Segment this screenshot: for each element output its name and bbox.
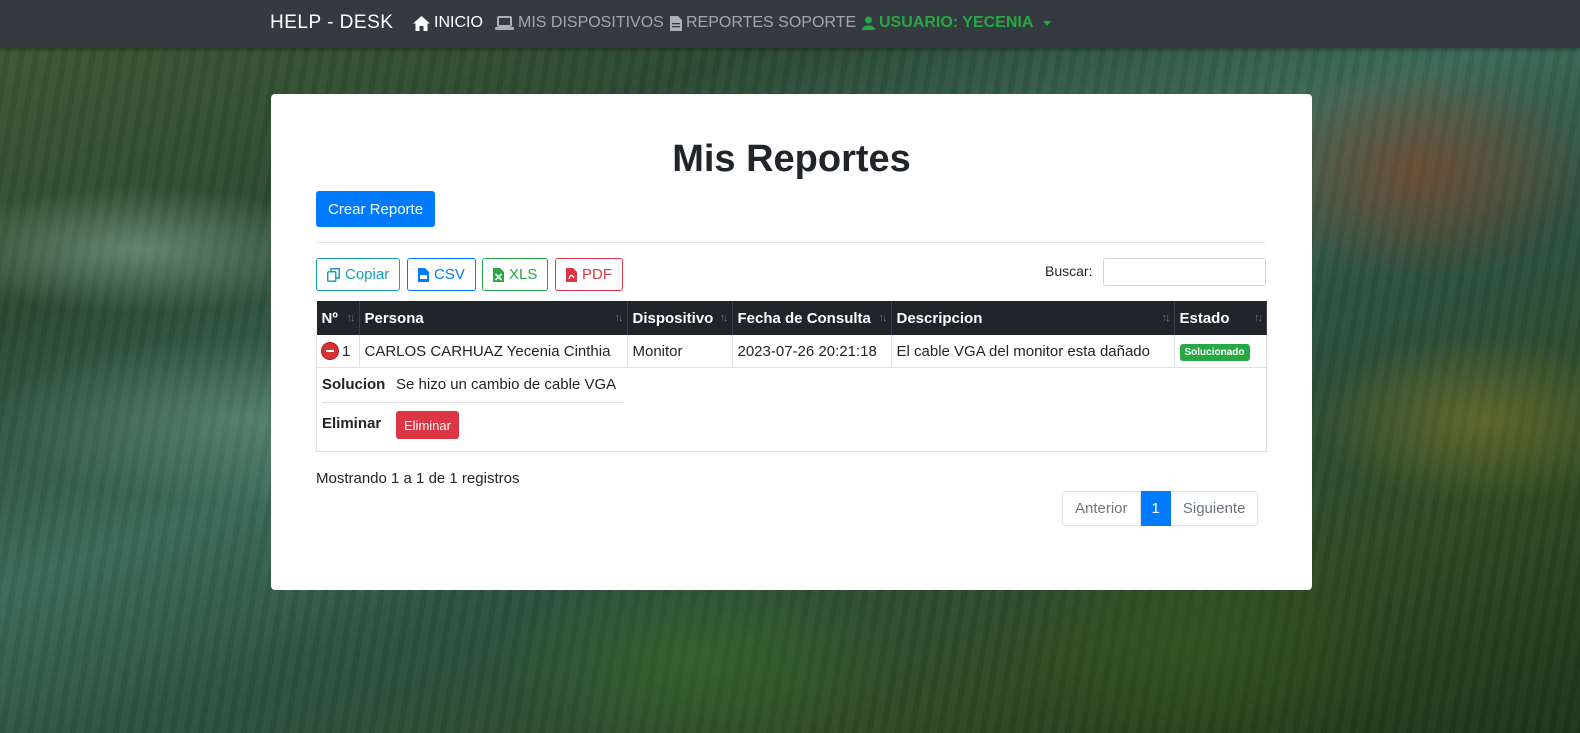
cell-n: 1 bbox=[316, 335, 360, 368]
xls-button[interactable]: XLS bbox=[482, 258, 549, 291]
child-row: Solucion Se hizo un cambio de cable VGA … bbox=[316, 367, 1267, 452]
column-header-fecha[interactable]: Fecha de Consulta ↑↓ bbox=[732, 301, 892, 335]
table-info: Mostrando 1 a 1 de 1 registros bbox=[316, 470, 520, 487]
copy-label: Copiar bbox=[345, 266, 390, 283]
sort-icon: ↑↓ bbox=[1254, 312, 1263, 324]
pagination-previous[interactable]: Anterior bbox=[1062, 491, 1141, 526]
solucion-value: Se hizo un cambio de cable VGA bbox=[396, 376, 617, 393]
pagination-page-1[interactable]: 1 bbox=[1140, 491, 1171, 526]
csv-label: CSV bbox=[434, 266, 465, 283]
sort-icon: ↑↓ bbox=[878, 312, 888, 324]
status-badge: Solucionado bbox=[1179, 343, 1250, 361]
divider bbox=[316, 242, 1266, 243]
home-icon bbox=[413, 15, 430, 31]
search-input[interactable] bbox=[1103, 258, 1266, 286]
table-header-row: Nº ↑↓ Persona ↑↓ Dispositivo ↑↓ Fecha de Co… bbox=[316, 301, 1267, 335]
nav-item-label: MIS DISPOSITIVOS bbox=[518, 14, 664, 31]
pagination: Anterior 1 Siguiente bbox=[1062, 491, 1259, 526]
pdf-label: PDF bbox=[582, 266, 612, 283]
column-header-persona[interactable]: Persona ↑↓ bbox=[359, 301, 628, 335]
page-title: Mis Reportes bbox=[672, 138, 911, 180]
eliminar-label: Eliminar bbox=[322, 415, 382, 432]
column-header-estado[interactable]: Estado ↑↓ bbox=[1174, 301, 1267, 335]
sort-icon: ↑↓ bbox=[719, 312, 729, 324]
copy-icon bbox=[327, 267, 340, 282]
xls-label: XLS bbox=[509, 266, 538, 283]
file-icon bbox=[670, 15, 682, 31]
column-header-dispositivo[interactable]: Dispositivo ↑↓ bbox=[627, 301, 733, 335]
csv-button[interactable]: CSV bbox=[407, 258, 476, 291]
copy-button[interactable]: Copiar bbox=[316, 258, 401, 291]
file-pdf-icon bbox=[566, 267, 577, 282]
nav-item-reportes-soporte[interactable]: REPORTES SOPORTE bbox=[670, 14, 856, 32]
cell-dispositivo: Monitor bbox=[627, 335, 733, 368]
nav-item-mis-dispositivos[interactable]: MIS DISPOSITIVOS bbox=[495, 14, 664, 32]
table-row: 1 CARLOS CARHUAZ Yecenia Cinthia Monitor… bbox=[316, 335, 1267, 368]
sort-icon: ↑↓ bbox=[346, 312, 356, 324]
user-icon bbox=[862, 16, 875, 30]
cell-fecha: 2023-07-26 20:21:18 bbox=[732, 335, 892, 368]
cell-descripcion: El cable VGA del monitor esta dañado bbox=[891, 335, 1175, 368]
reports-table: Nº ↑↓ Persona ↑↓ Dispositivo ↑↓ Fecha de Co… bbox=[316, 301, 1267, 452]
nav-item-label: REPORTES SOPORTE bbox=[686, 14, 857, 31]
user-menu-dropdown[interactable]: USUARIO: YECENIA bbox=[862, 14, 1052, 32]
top-navbar: HELP - DESK INICIO MIS DISPOSITIVOS REPO… bbox=[0, 0, 1580, 48]
nav-item-inicio[interactable]: INICIO bbox=[413, 14, 483, 32]
cell-persona: CARLOS CARHUAZ Yecenia Cinthia bbox=[359, 335, 628, 368]
nav-item-label: INICIO bbox=[434, 14, 483, 31]
row-details: Solucion Se hizo un cambio de cable VGA … bbox=[317, 368, 1266, 451]
column-header-descripcion[interactable]: Descripcion ↑↓ bbox=[891, 301, 1175, 335]
search-label: Buscar: bbox=[1045, 263, 1093, 279]
user-label: USUARIO: YECENIA bbox=[879, 14, 1034, 31]
file-csv-icon bbox=[418, 267, 429, 282]
delete-button[interactable]: Eliminar bbox=[396, 411, 459, 439]
detail-divider bbox=[322, 402, 624, 403]
reports-card: Mis Reportes Crear Reporte Copiar CSV XL… bbox=[271, 94, 1312, 590]
brand-logo[interactable]: HELP - DESK bbox=[270, 12, 393, 34]
solucion-label: Solucion bbox=[322, 376, 386, 393]
sort-icon: ↑↓ bbox=[614, 312, 624, 324]
pagination-next[interactable]: Siguiente bbox=[1170, 491, 1259, 526]
create-report-button[interactable]: Crear Reporte bbox=[316, 191, 436, 227]
column-header-n[interactable]: Nº ↑↓ bbox=[316, 301, 360, 335]
chevron-down-icon bbox=[1043, 20, 1052, 26]
pdf-button[interactable]: PDF bbox=[555, 258, 623, 291]
file-excel-icon bbox=[493, 267, 504, 282]
cell-estado: Solucionado bbox=[1174, 335, 1267, 368]
sort-icon: ↑↓ bbox=[1161, 312, 1171, 324]
collapse-row-icon[interactable] bbox=[322, 342, 338, 359]
laptop-icon bbox=[495, 15, 514, 30]
